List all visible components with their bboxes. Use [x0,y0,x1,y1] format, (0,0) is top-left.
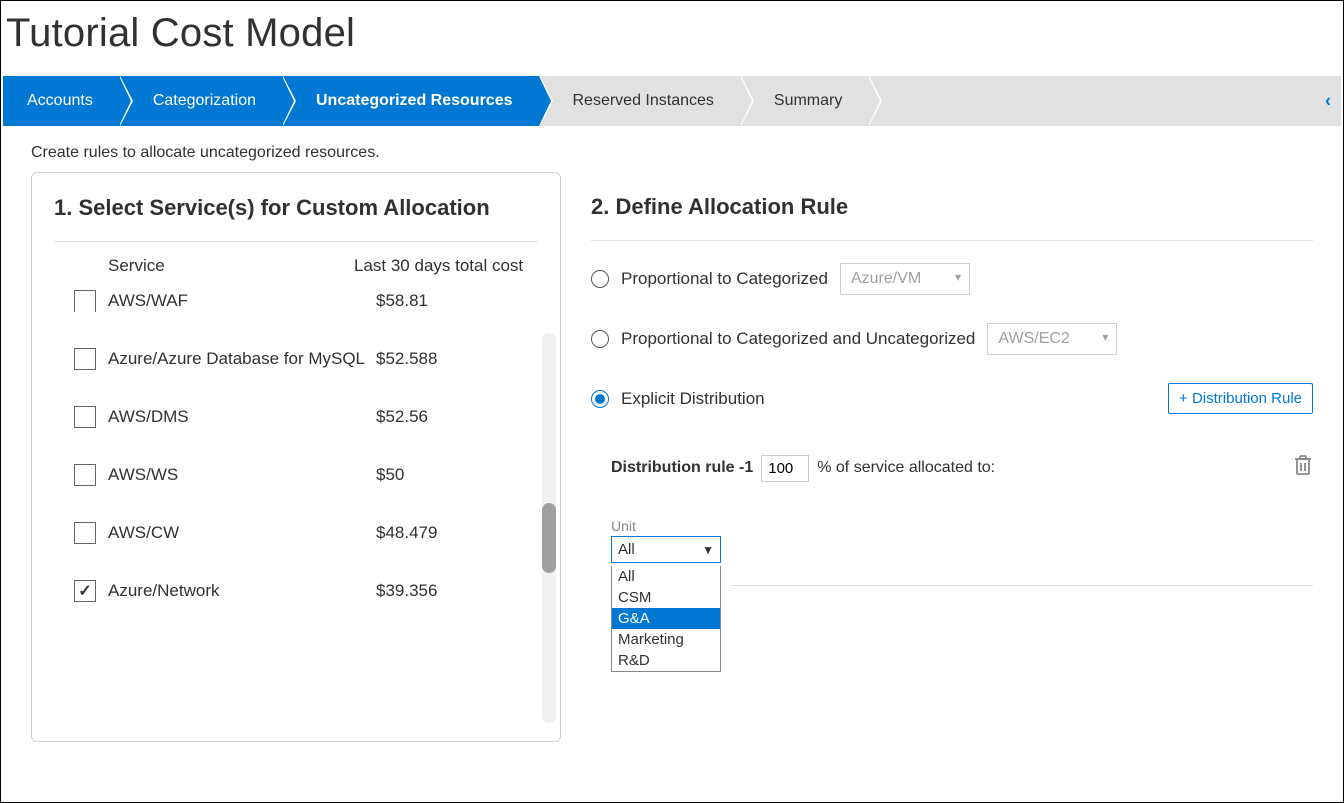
unit-option[interactable]: R&D [612,650,720,671]
wizard-step-accounts[interactable]: Accounts [3,76,119,126]
unit-option[interactable]: All [612,566,720,587]
service-row[interactable]: AWS/WAF $58.81 [32,290,560,330]
service-cost: $39.356 [376,581,538,601]
radio-label: Proportional to Categorized and Uncatego… [621,329,975,349]
service-row[interactable]: AWS/WS $50 [32,446,560,504]
checkbox[interactable] [74,522,96,544]
add-distribution-rule-button[interactable]: + Distribution Rule [1168,383,1313,414]
unit-selected-value: All [618,541,635,558]
service-cost: $52.588 [376,349,538,369]
service-row[interactable]: ✓ Azure/Network $39.356 [32,562,560,620]
unit-select[interactable]: All ▼ [611,536,721,563]
radio-explicit[interactable] [591,390,609,408]
unit-option[interactable]: Marketing [612,629,720,650]
service-cost: $48.479 [376,523,538,543]
wizard-step-uncategorized[interactable]: Uncategorized Resources [282,76,539,126]
checkbox-checked[interactable]: ✓ [74,580,96,602]
wizard-step-reserved[interactable]: Reserved Instances [539,76,740,126]
unit-option[interactable]: G&A [612,608,720,629]
col-header-service: Service [54,256,354,276]
service-row[interactable]: AWS/CW $48.479 [32,504,560,562]
service-name: Azure/Network [108,581,376,601]
col-header-cost: Last 30 days total cost [354,256,538,276]
select-proportional-both-service: AWS/EC2 [987,323,1117,355]
service-cost: $58.81 [376,291,538,311]
wizard-collapse-icon[interactable]: ‹ [1325,91,1331,112]
unit-label: Unit [611,518,721,534]
page-title: Tutorial Cost Model [1,1,1343,76]
service-name: AWS/WS [108,465,376,485]
service-name: Azure/Azure Database for MySQL [108,349,376,369]
service-name: AWS/CW [108,523,376,543]
instructions-text: Create rules to allocate uncategorized r… [1,126,1343,172]
wizard-step-summary[interactable]: Summary [740,76,868,126]
panel2-heading: 2. Define Allocation Rule [591,194,1313,240]
radio-label: Proportional to Categorized [621,269,828,289]
radio-label: Explicit Distribution [621,389,765,409]
checkbox[interactable] [74,406,96,428]
service-name: AWS/WAF [108,291,376,311]
unit-dropdown: All CSM G&A Marketing R&D [611,566,721,672]
checkbox[interactable] [74,348,96,370]
percent-input[interactable] [761,455,809,482]
checkbox[interactable] [74,290,96,312]
wizard-nav: Accounts Categorization Uncategorized Re… [3,76,1341,126]
select-proportional-service: Azure/VM [840,263,970,295]
rule-divider [731,585,1313,586]
service-row[interactable]: AWS/DMS $52.56 [32,388,560,446]
wizard-step-categorization[interactable]: Categorization [119,76,282,126]
service-row[interactable]: Azure/Azure Database for MySQL $52.588 [32,330,560,388]
select-services-panel: 1. Select Service(s) for Custom Allocati… [31,172,561,742]
service-cost: $50 [376,465,538,485]
radio-proportional-both[interactable] [591,330,609,348]
unit-option[interactable]: CSM [612,587,720,608]
radio-proportional-categorized[interactable] [591,270,609,288]
delete-rule-icon[interactable] [1293,454,1313,482]
service-name: AWS/DMS [108,407,376,427]
distribution-rule-label: Distribution rule -1 [611,459,753,477]
checkbox[interactable] [74,464,96,486]
service-cost: $52.56 [376,407,538,427]
percent-suffix: % of service allocated to: [817,459,995,477]
scrollbar-thumb[interactable] [542,503,556,573]
chevron-down-icon: ▼ [702,543,714,557]
service-list[interactable]: AWS/WAF $58.81 Azure/Azure Database for … [32,290,560,690]
panel1-heading: 1. Select Service(s) for Custom Allocati… [32,195,560,241]
define-rule-panel: 2. Define Allocation Rule Proportional t… [591,172,1313,742]
